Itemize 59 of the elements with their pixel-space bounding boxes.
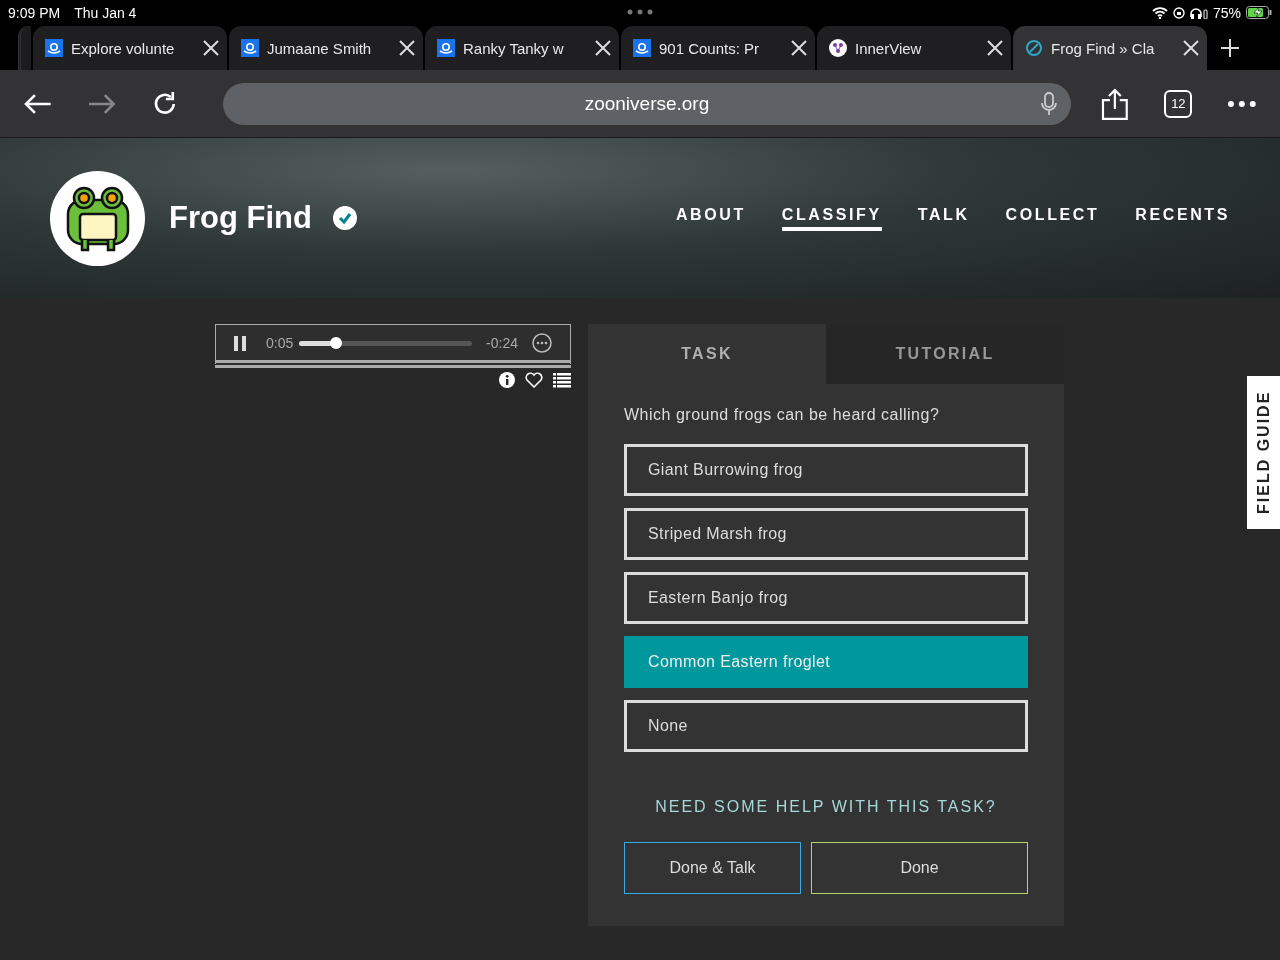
multitask-dots-icon[interactable] (627, 9, 653, 15)
help-link[interactable]: NEED SOME HELP WITH THIS TASK? (624, 798, 1028, 816)
task-question: Which ground frogs can be heard calling? (624, 406, 941, 424)
panel-tab[interactable]: TUTORIAL (826, 324, 1064, 384)
nav-link[interactable]: RECENTS (1135, 205, 1230, 231)
answer-option[interactable]: Eastern Banjo frog (624, 572, 1028, 624)
answer-option[interactable]: Striped Marsh frog (624, 508, 1028, 560)
done-button[interactable]: Done (811, 842, 1028, 894)
rotation-lock-icon (1172, 6, 1185, 19)
tab-count-button[interactable]: 12 (1164, 89, 1193, 118)
status-date: Thu Jan 4 (74, 4, 137, 21)
close-icon[interactable] (399, 40, 415, 56)
field-guide-tab[interactable]: FIELD GUIDE (1247, 376, 1280, 529)
innerview-favicon-icon (829, 39, 847, 57)
close-icon[interactable] (791, 40, 807, 56)
compass-icon (1025, 39, 1043, 57)
answer-option[interactable]: None (624, 700, 1028, 752)
microphone-icon[interactable] (1040, 91, 1057, 116)
elapsed-time: 0:05 (266, 335, 294, 351)
browser-tab[interactable]: InnerView (817, 26, 1011, 70)
pause-icon[interactable] (234, 335, 246, 351)
browser-tab[interactable]: 901 Counts: Pr (621, 26, 815, 70)
more-options-icon[interactable] (532, 333, 552, 353)
remaining-time: -0:24 (486, 335, 518, 351)
address-bar[interactable]: zooniverse.org (223, 82, 1071, 125)
nav-link[interactable]: TALK (917, 205, 970, 231)
share-icon[interactable] (1100, 87, 1129, 120)
zooniverse-favicon-icon (45, 39, 63, 57)
audio-progress-track[interactable] (299, 340, 473, 346)
headphones-icon (1189, 6, 1208, 19)
nav-link[interactable]: COLLECT (1005, 205, 1100, 231)
heart-icon[interactable] (525, 372, 543, 388)
project-title: Frog Find (169, 200, 312, 236)
new-tab-icon[interactable] (1221, 39, 1239, 57)
browser-tab[interactable]: Ranky Tanky w (425, 26, 619, 70)
info-icon[interactable] (499, 372, 515, 388)
close-icon[interactable] (595, 40, 611, 56)
zooniverse-favicon-icon (241, 39, 259, 57)
more-icon[interactable] (1228, 100, 1256, 107)
browser-tab[interactable]: Explore volunte (33, 26, 227, 70)
back-arrow-icon[interactable] (24, 92, 52, 115)
zooniverse-favicon-icon (633, 39, 651, 57)
close-icon[interactable] (1183, 40, 1199, 56)
list-icon[interactable] (553, 372, 571, 388)
nav-link[interactable]: ABOUT (675, 205, 746, 231)
forward-arrow-icon[interactable] (87, 92, 116, 115)
nav-link[interactable]: CLASSIFY (781, 205, 882, 231)
wifi-icon (1151, 6, 1168, 19)
status-time: 9:09 PM (8, 4, 61, 21)
done-and-talk-button[interactable]: Done & Talk (624, 842, 801, 894)
zooniverse-favicon-icon (437, 39, 455, 57)
close-icon[interactable] (987, 40, 1003, 56)
answer-option[interactable]: Giant Burrowing frog (624, 444, 1028, 496)
browser-tab[interactable]: Frog Find » Cla (1013, 26, 1207, 70)
battery-percent: 75% (1212, 4, 1241, 21)
close-icon[interactable] (203, 40, 219, 56)
browser-tab[interactable]: Jumaane Smith (229, 26, 423, 70)
audio-progress-thumb[interactable] (329, 337, 342, 349)
battery-charging-icon (1246, 6, 1272, 19)
